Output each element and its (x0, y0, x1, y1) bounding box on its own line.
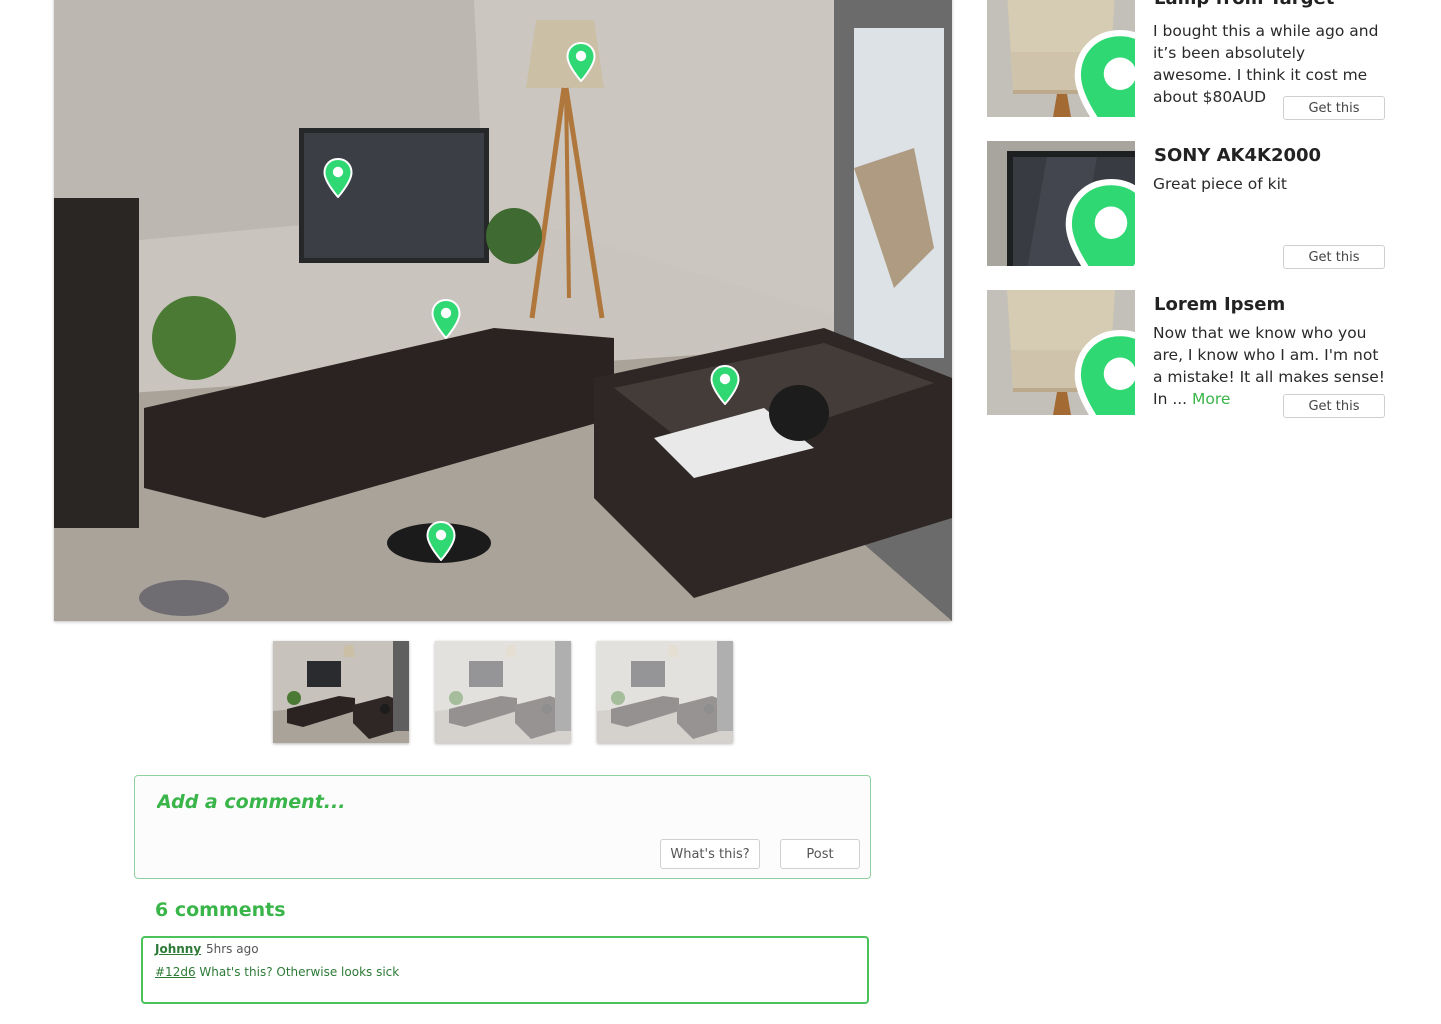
map-pin-icon (710, 365, 740, 405)
comment-text: What's this? Otherwise looks sick (199, 965, 400, 979)
item-description: I bought this a while ago and it’s been … (1153, 22, 1379, 106)
thumbnail-2[interactable] (435, 641, 571, 743)
get-this-button[interactable]: Get this (1283, 245, 1385, 269)
map-pin-icon (426, 521, 456, 561)
comment-pin-ref[interactable]: #12d6 (155, 965, 196, 979)
item-title: Lamp from Target (1154, 0, 1334, 9)
more-link[interactable]: More (1192, 390, 1230, 408)
map-pin-icon (1046, 330, 1076, 370)
map-pin-icon (1037, 179, 1079, 235)
comment-body: #12d6 What's this? Otherwise looks sick (155, 965, 399, 979)
pin-lamp[interactable] (566, 42, 596, 82)
comment-item: Johnny 5hrs ago #12d6 What's this? Other… (141, 936, 869, 1004)
item-image[interactable] (987, 290, 1135, 415)
map-pin-icon (1046, 30, 1076, 70)
comment-form: What's this? Post (134, 775, 871, 879)
thumbnail-3[interactable] (597, 641, 733, 743)
item-title: Lorem Ipsem (1154, 294, 1286, 315)
thumbnail-image (597, 641, 733, 743)
map-pin-icon (431, 299, 461, 339)
pin-tv[interactable] (323, 158, 353, 198)
item-card-tv: SONY AK4K2000 Great piece of kit Get thi… (987, 141, 1387, 271)
get-this-button[interactable]: Get this (1283, 96, 1385, 120)
living-room-photo (54, 0, 952, 621)
pin-table[interactable] (710, 365, 740, 405)
item-card-lamp: Lamp from Target I bought this a while a… (987, 0, 1387, 122)
pin-speaker[interactable] (431, 299, 461, 339)
item-card-lorem: Lorem Ipsem Now that we know who you are… (987, 290, 1387, 420)
item-description: Great piece of kit (1153, 175, 1287, 193)
map-pin-icon (323, 158, 353, 198)
post-button[interactable]: Post (780, 839, 860, 869)
thumbnail-1[interactable] (273, 641, 409, 743)
comment-time: 5hrs ago (206, 942, 259, 956)
item-image[interactable] (987, 0, 1135, 117)
whats-this-button[interactable]: What's this? (660, 839, 760, 869)
thumbnail-image (273, 641, 409, 743)
thumbnail-image (435, 641, 571, 743)
comment-input[interactable] (155, 786, 849, 818)
item-title: SONY AK4K2000 (1154, 145, 1322, 166)
main-photo (54, 0, 952, 621)
item-image[interactable] (987, 141, 1135, 266)
comment-author[interactable]: Johnny (155, 942, 201, 956)
pin-shoes[interactable] (426, 521, 456, 561)
get-this-button[interactable]: Get this (1283, 394, 1385, 418)
comments-count: 6 comments (155, 899, 286, 921)
map-pin-icon (566, 42, 596, 82)
